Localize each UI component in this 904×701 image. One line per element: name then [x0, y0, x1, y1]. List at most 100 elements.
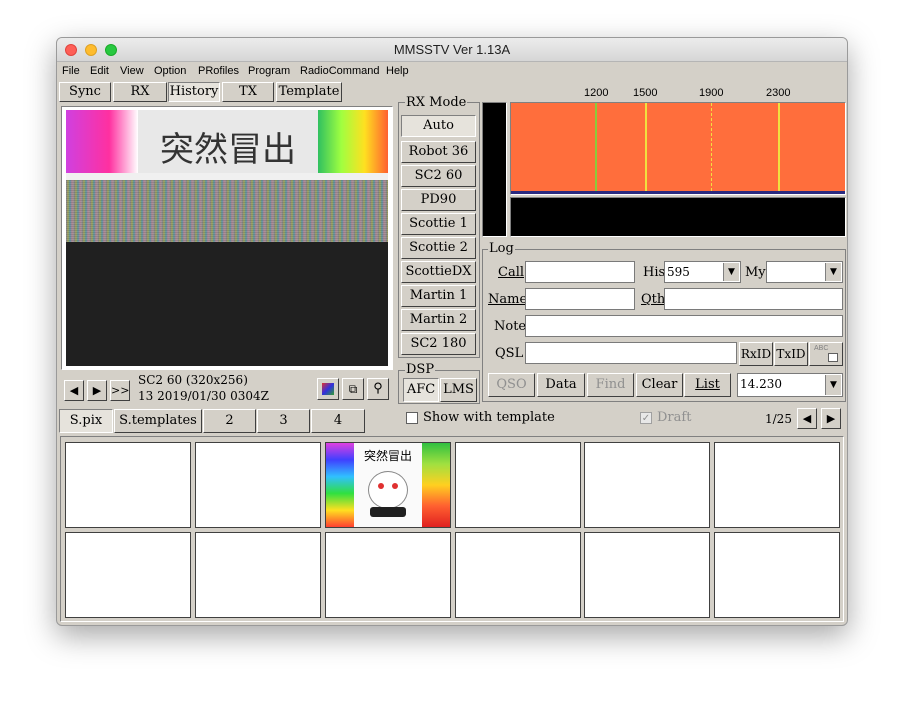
show-template-checkbox[interactable]: [406, 412, 418, 424]
menu-option[interactable]: Option: [154, 65, 186, 77]
frequency-value: 14.230: [740, 377, 782, 391]
image-mode-info: SC2 60 (320x256): [138, 373, 248, 387]
thumbnail-cell[interactable]: [325, 532, 451, 618]
tick-1500: 1500: [633, 87, 658, 99]
mode-scottiedx[interactable]: ScottieDX: [401, 261, 476, 283]
frequency-combo[interactable]: 14.230 ▼: [737, 373, 843, 397]
mode-martin1[interactable]: Martin 1: [401, 285, 476, 307]
chevron-down-icon[interactable]: ▼: [825, 263, 841, 281]
data-button[interactable]: Data: [537, 373, 585, 397]
tab-tx[interactable]: TX: [222, 82, 274, 102]
chevron-down-icon[interactable]: ▼: [825, 375, 841, 395]
rx-mode-label: RX Mode: [405, 95, 468, 110]
thumbnail-cell-filled[interactable]: 突然冒出: [325, 442, 451, 528]
thumbnail-cell[interactable]: [714, 532, 840, 618]
abc-button[interactable]: ABC: [809, 342, 843, 366]
mode-robot36[interactable]: Robot 36: [401, 141, 476, 163]
tab-history[interactable]: History: [168, 82, 220, 102]
thumbnail-cell[interactable]: [584, 442, 710, 528]
qso-button[interactable]: QSO: [488, 373, 535, 397]
thumbnail-cell[interactable]: [584, 532, 710, 618]
mode-martin2[interactable]: Martin 2: [401, 309, 476, 331]
draft-checkbox[interactable]: ✓: [640, 412, 652, 424]
call-field[interactable]: [525, 261, 635, 283]
menu-program[interactable]: Program: [248, 65, 290, 77]
mode-sc2-60[interactable]: SC2 60: [401, 165, 476, 187]
page-prev-button[interactable]: ◀: [797, 408, 817, 429]
thumbnail-cell[interactable]: [455, 532, 581, 618]
spectrum-display[interactable]: [510, 102, 846, 195]
qsl-label: QSL: [495, 346, 524, 361]
copy-button[interactable]: ⧉: [342, 378, 364, 400]
level-meter: [482, 102, 507, 237]
chevron-down-icon[interactable]: ▼: [723, 263, 739, 281]
fast-forward-button[interactable]: >>: [110, 380, 130, 401]
his-value: 595: [667, 265, 690, 279]
rxid-button[interactable]: RxID: [739, 342, 773, 366]
txid-button[interactable]: TxID: [774, 342, 808, 366]
next-button[interactable]: ▶: [87, 380, 107, 401]
note-field[interactable]: [525, 315, 843, 337]
his-label: His: [643, 265, 666, 280]
tab-sync[interactable]: Sync: [59, 82, 111, 102]
zoom-button[interactable]: ⚲: [367, 378, 389, 400]
lms-toggle[interactable]: LMS: [440, 378, 477, 402]
dsp-label: DSP: [405, 362, 436, 377]
menu-help[interactable]: Help: [386, 65, 409, 77]
draft-label: Draft: [657, 410, 692, 425]
mmsstv-window: MMSSTV Ver 1.13A File Edit View Option P…: [56, 37, 848, 626]
thumbnail-cell[interactable]: [195, 442, 321, 528]
name-label: Name: [488, 292, 528, 307]
qth-field[interactable]: [664, 288, 843, 310]
waterfall-display[interactable]: [510, 197, 846, 237]
menu-radiocommand[interactable]: RadioCommand: [300, 65, 379, 77]
mode-scottie1[interactable]: Scottie 1: [401, 213, 476, 235]
thumbnail-cell[interactable]: [195, 532, 321, 618]
magnifier-icon: ⚲: [373, 381, 383, 396]
tab-template[interactable]: Template: [276, 82, 342, 102]
thumbnail-character: [368, 471, 408, 509]
tick-2300: 2300: [766, 87, 791, 99]
thumbnail-cell[interactable]: [714, 442, 840, 528]
qsl-field[interactable]: [525, 342, 737, 364]
list-button[interactable]: List: [684, 373, 731, 397]
menu-bar: File Edit View Option PRofiles Program R…: [57, 63, 847, 82]
tab-stemplates-4[interactable]: 4: [311, 409, 365, 433]
name-field[interactable]: [525, 288, 635, 310]
tab-stemplates-2[interactable]: 2: [203, 409, 256, 433]
page-next-button[interactable]: ▶: [821, 408, 841, 429]
thumbnail-cell[interactable]: [455, 442, 581, 528]
tab-stemplates-1[interactable]: S.templates 1: [114, 409, 202, 450]
note-label: Note: [494, 319, 527, 334]
palette-icon: [322, 383, 334, 395]
afc-toggle[interactable]: AFC: [403, 378, 439, 402]
clear-button[interactable]: Clear: [636, 373, 683, 397]
tab-spix[interactable]: S.pix: [59, 409, 113, 433]
show-template-label: Show with template: [423, 410, 555, 425]
log-label: Log: [488, 241, 515, 256]
image-frame: 突然冒出: [61, 106, 393, 370]
his-combo[interactable]: 595 ▼: [664, 261, 741, 283]
tab-rx[interactable]: RX: [113, 82, 167, 102]
menu-edit[interactable]: Edit: [90, 65, 109, 77]
thumbnail-cell[interactable]: [65, 442, 191, 528]
tab-stemplates-3[interactable]: 3: [257, 409, 310, 433]
image-date-info: 13 2019/01/30 0304Z: [138, 389, 269, 403]
received-image: 突然冒出: [66, 110, 388, 366]
mode-pd90[interactable]: PD90: [401, 189, 476, 211]
thumbnail-cell[interactable]: [65, 532, 191, 618]
menu-profiles[interactable]: PRofiles: [198, 65, 239, 77]
menu-view[interactable]: View: [120, 65, 144, 77]
abc-icon: ABC: [814, 345, 829, 352]
copy-icon: ⧉: [348, 382, 358, 396]
prev-button[interactable]: ◀: [64, 380, 84, 401]
palette-button[interactable]: [317, 378, 339, 400]
mode-auto[interactable]: Auto: [401, 115, 476, 137]
find-button[interactable]: Find: [587, 373, 634, 397]
qth-label: Qth: [641, 292, 666, 307]
mode-scottie2[interactable]: Scottie 2: [401, 237, 476, 259]
my-combo[interactable]: ▼: [766, 261, 843, 283]
menu-file[interactable]: File: [62, 65, 80, 77]
mode-sc2-180[interactable]: SC2 180: [401, 333, 476, 355]
image-noise: [66, 180, 388, 242]
